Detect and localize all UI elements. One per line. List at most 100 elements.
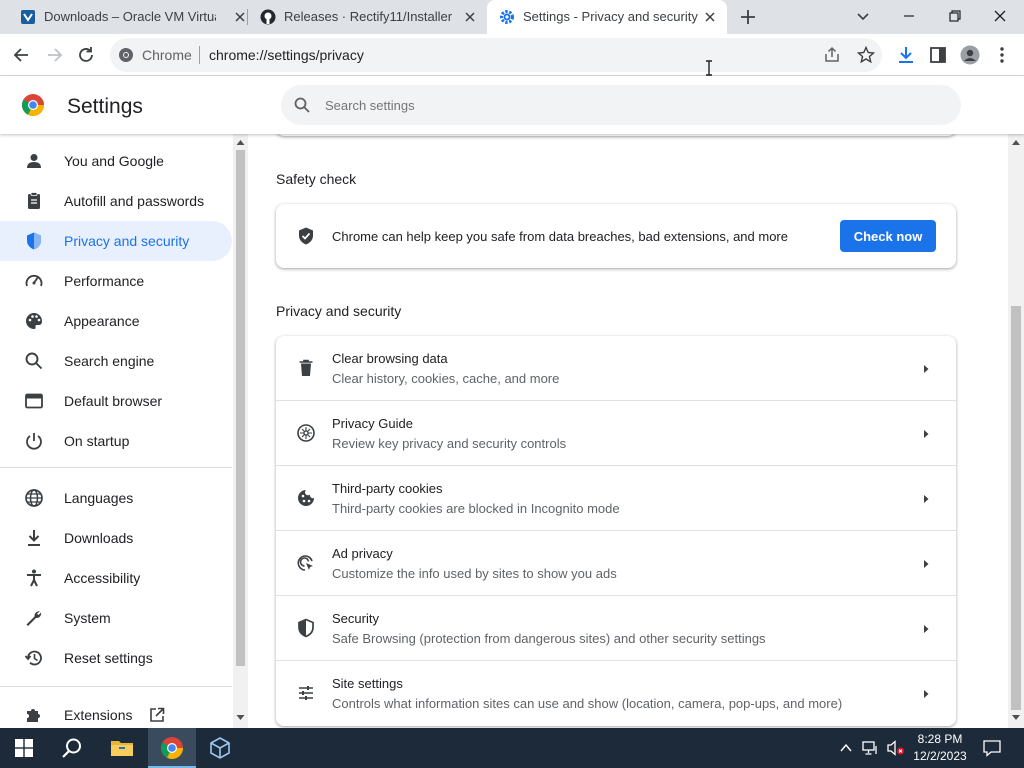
- url-text[interactable]: chrome://settings/privacy: [209, 47, 364, 63]
- tab-title: Downloads – Oracle VM VirtualBox: [44, 9, 216, 24]
- sidebar-divider: [0, 467, 232, 468]
- compass-icon: [296, 423, 316, 443]
- shield-check-icon: [296, 226, 316, 246]
- puzzle-icon: [24, 705, 44, 725]
- new-tab-icon[interactable]: [738, 7, 758, 27]
- row-subtitle: Review key privacy and security controls: [332, 436, 567, 451]
- main-scrollbar[interactable]: [1008, 134, 1024, 728]
- folder-icon: [110, 738, 134, 758]
- sidebar-item-default-browser[interactable]: Default browser: [0, 381, 232, 421]
- row-clear-browsing-data[interactable]: Clear browsing data Clear history, cooki…: [276, 336, 956, 401]
- sidebar-item-reset-settings[interactable]: Reset settings: [0, 638, 232, 678]
- row-security[interactable]: Security Safe Browsing (protection from …: [276, 596, 956, 661]
- settings-main: Safety check Chrome can help keep you sa…: [248, 134, 1008, 728]
- safety-check-card: Chrome can help keep you safe from data …: [276, 204, 956, 268]
- share-icon[interactable]: [823, 46, 841, 64]
- tab-virtualbox[interactable]: Downloads – Oracle VM VirtualBox: [8, 0, 245, 34]
- search-input[interactable]: [325, 95, 925, 115]
- taskbar-file-explorer[interactable]: [98, 728, 146, 768]
- close-tab-icon[interactable]: [702, 9, 718, 25]
- virtualbox-icon: [20, 9, 36, 25]
- person-icon: [24, 151, 44, 171]
- scroll-up-arrow-icon[interactable]: [1011, 138, 1021, 146]
- tab-github[interactable]: Releases · Rectify11/Installer: [248, 0, 486, 34]
- bookmark-star-icon[interactable]: [857, 46, 875, 64]
- tab-settings[interactable]: Settings - Privacy and security: [487, 0, 727, 34]
- sidebar-scrollbar-thumb[interactable]: [236, 150, 245, 666]
- sidebar-item-system[interactable]: System: [0, 598, 232, 638]
- sidebar-item-autofill[interactable]: Autofill and passwords: [0, 181, 232, 221]
- sidebar-item-performance[interactable]: Performance: [0, 261, 232, 301]
- sidebar-item-label: Autofill and passwords: [64, 193, 205, 209]
- close-tab-icon[interactable]: [232, 9, 248, 25]
- kebab-menu-icon[interactable]: [992, 45, 1012, 65]
- sidebar-item-appearance[interactable]: Appearance: [0, 301, 232, 341]
- row-site-settings[interactable]: Site settings Controls what information …: [276, 661, 956, 726]
- virtualbox-cube-icon: [208, 736, 232, 760]
- main-scrollbar-thumb[interactable]: [1011, 306, 1021, 710]
- taskbar-search-button[interactable]: [48, 728, 96, 768]
- row-title: Clear browsing data: [332, 351, 448, 366]
- taskbar-virtualbox[interactable]: [196, 728, 244, 768]
- privacy-card: Clear browsing data Clear history, cooki…: [276, 336, 956, 726]
- tray-chevron-up-icon[interactable]: [838, 741, 854, 755]
- settings-sidebar: You and Google Autofill and passwords Pr…: [0, 134, 248, 728]
- row-privacy-guide[interactable]: Privacy Guide Review key privacy and sec…: [276, 401, 956, 466]
- row-ad-privacy[interactable]: Ad privacy Customize the info used by si…: [276, 531, 956, 596]
- tab-search-chevron-icon[interactable]: [854, 7, 872, 25]
- sidebar-item-you-and-google[interactable]: You and Google: [0, 141, 232, 181]
- row-subtitle: Third-party cookies are blocked in Incog…: [332, 501, 620, 516]
- sidebar-item-label: Downloads: [64, 530, 134, 546]
- sidebar-item-on-startup[interactable]: On startup: [0, 421, 232, 461]
- chrome-logo-icon: [21, 93, 45, 117]
- row-third-party-cookies[interactable]: Third-party cookies Third-party cookies …: [276, 466, 956, 531]
- sidebar-item-label: Extensions: [64, 707, 133, 723]
- sidebar-item-privacy[interactable]: Privacy and security: [0, 221, 232, 261]
- start-button[interactable]: [0, 728, 48, 768]
- accessibility-icon: [24, 568, 44, 588]
- row-subtitle: Customize the info used by sites to show…: [332, 566, 617, 581]
- scroll-down-arrow-icon[interactable]: [1011, 714, 1021, 722]
- sidebar-item-label: Performance: [64, 273, 145, 289]
- back-arrow-icon[interactable]: [12, 45, 32, 65]
- sidebar-item-label: System: [64, 610, 111, 626]
- sidebar-item-downloads[interactable]: Downloads: [0, 518, 232, 558]
- reload-icon[interactable]: [76, 45, 96, 65]
- settings-header: Settings: [0, 76, 1024, 134]
- external-link-icon: [148, 706, 166, 724]
- sidebar-item-accessibility[interactable]: Accessibility: [0, 558, 232, 598]
- close-window-icon[interactable]: [991, 7, 1009, 25]
- arrow-right-icon: [918, 556, 934, 572]
- network-icon[interactable]: [862, 740, 880, 756]
- sidebar-item-label: Reset settings: [64, 650, 153, 666]
- scroll-up-arrow-icon[interactable]: [236, 138, 245, 146]
- taskbar-chrome[interactable]: [148, 728, 196, 768]
- cookie-icon: [296, 488, 316, 508]
- address-bar[interactable]: Chrome chrome://settings/privacy: [110, 38, 882, 72]
- search-icon: [61, 737, 83, 759]
- ad-target-icon: [296, 553, 316, 573]
- browser-window-icon: [24, 391, 44, 411]
- minimize-icon[interactable]: [900, 7, 918, 25]
- sidebar-item-languages[interactable]: Languages: [0, 478, 232, 518]
- notification-center-icon[interactable]: [982, 739, 1002, 757]
- forward-arrow-icon[interactable]: [44, 45, 64, 65]
- restore-icon[interactable]: [946, 7, 964, 25]
- clock-date[interactable]: 12/2/2023: [910, 749, 970, 763]
- profile-avatar-icon[interactable]: [960, 45, 980, 65]
- downloads-toolbar-icon[interactable]: [896, 45, 916, 65]
- safety-check-title: Safety check: [276, 171, 357, 187]
- search-settings-field[interactable]: [281, 85, 961, 125]
- search-icon: [24, 351, 44, 371]
- close-tab-icon[interactable]: [462, 9, 478, 25]
- side-panel-icon[interactable]: [928, 45, 948, 65]
- check-now-button[interactable]: Check now: [840, 220, 936, 252]
- clock-time[interactable]: 8:28 PM: [915, 732, 965, 746]
- scroll-down-arrow-icon[interactable]: [236, 714, 245, 722]
- history-reset-icon: [24, 648, 44, 668]
- sidebar-scrollbar[interactable]: [233, 134, 248, 728]
- row-title: Third-party cookies: [332, 481, 443, 496]
- sidebar-item-search-engine[interactable]: Search engine: [0, 341, 232, 381]
- volume-muted-icon[interactable]: [886, 740, 906, 756]
- safety-check-text: Chrome can help keep you safe from data …: [332, 229, 788, 244]
